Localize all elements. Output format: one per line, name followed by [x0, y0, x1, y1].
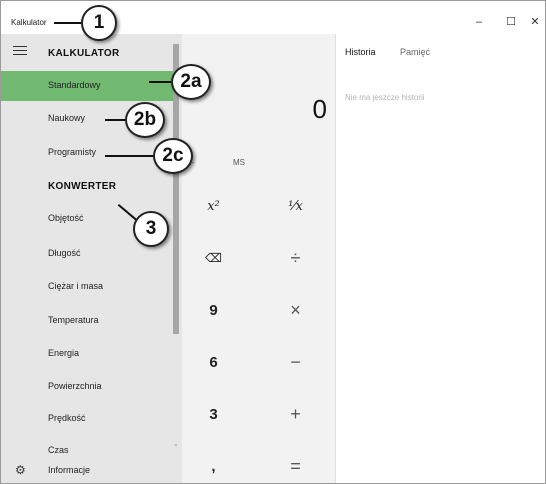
history-pane: Historia Pamięć Nie ma jeszcze historii — [337, 34, 545, 483]
result-display: 0 — [312, 94, 327, 124]
digit-3-label: 3 — [209, 405, 218, 423]
nav-item-speed[interactable]: Prędkość — [1, 404, 173, 434]
nav-item-area[interactable]: Powierzchnia — [1, 372, 173, 402]
minus-label: − — [290, 351, 301, 372]
callout-2b: 2b — [125, 102, 165, 138]
digit-9-label: 9 — [209, 301, 218, 319]
nav-item-label: Objętość — [48, 213, 84, 223]
equals-button[interactable]: = — [255, 440, 336, 483]
nav-item-label: Ciężar i masa — [48, 281, 104, 291]
navigation-pane: KALKULATOR Standardowy Naukowy Programis… — [1, 34, 182, 483]
equals-label: = — [290, 455, 301, 476]
multiply-label: × — [290, 299, 301, 320]
calculator-body: 0 M- MS x² ¹⁄x ⌫ ÷ 9 × 6 − 3 + , = — [173, 34, 336, 483]
callout-2c-leader — [105, 155, 155, 157]
multiply-button[interactable]: × — [255, 284, 336, 336]
tab-history[interactable]: Historia — [345, 47, 376, 57]
square-label: x² — [207, 198, 220, 214]
nav-heading-converter: KONWERTER — [48, 181, 117, 192]
window-title: Kalkulator — [11, 18, 47, 27]
decimal-button[interactable]: , — [173, 440, 254, 483]
nav-item-temperature[interactable]: Temperatura — [1, 306, 173, 336]
calculator-window: Kalkulator – ☐ ✕ 0 M- MS x² ¹⁄x ⌫ ÷ 9 × … — [0, 0, 546, 484]
callout-1: 1 — [81, 5, 117, 41]
about-label: Informacje — [48, 465, 91, 475]
nav-item-energy[interactable]: Energia — [1, 339, 173, 369]
callout-2c: 2c — [153, 138, 193, 174]
close-button[interactable]: ✕ — [527, 15, 543, 29]
maximize-button[interactable]: ☐ — [503, 15, 519, 29]
reciprocal-label: ¹⁄x — [288, 198, 303, 214]
nav-item-label: Prędkość — [48, 413, 86, 423]
divide-button[interactable]: ÷ — [255, 232, 336, 284]
memory-store-button[interactable]: MS — [233, 158, 245, 167]
callout-3: 3 — [133, 211, 169, 247]
scroll-down-arrow-icon[interactable]: ⌄ — [173, 440, 179, 448]
reciprocal-button[interactable]: ¹⁄x — [255, 180, 336, 232]
nav-item-label: Czas — [48, 445, 69, 455]
nav-item-programmer[interactable]: Programisty — [1, 138, 173, 168]
nav-item-label: Długość — [48, 248, 81, 258]
square-button[interactable]: x² — [173, 180, 254, 232]
nav-item-label: Standardowy — [48, 80, 101, 90]
divide-label: ÷ — [290, 247, 301, 268]
callout-2a-leader — [149, 81, 173, 83]
callout-2b-leader — [105, 119, 127, 121]
nav-item-label: Programisty — [48, 147, 97, 157]
backspace-button[interactable]: ⌫ — [173, 232, 254, 284]
callout-1-leader — [54, 22, 84, 24]
digit-3-button[interactable]: 3 — [173, 388, 254, 440]
nav-item-about[interactable]: ⚙ Informacje — [1, 455, 182, 483]
memory-row: M- MS — [173, 154, 336, 174]
nav-item-label: Temperatura — [48, 315, 99, 325]
minus-button[interactable]: − — [255, 336, 336, 388]
callout-2a: 2a — [171, 64, 211, 100]
plus-button[interactable]: + — [255, 388, 336, 440]
digit-9-button[interactable]: 9 — [173, 284, 254, 336]
nav-item-label: Energia — [48, 348, 80, 358]
tab-memory[interactable]: Pamięć — [400, 47, 430, 57]
digit-6-button[interactable]: 6 — [173, 336, 254, 388]
decimal-label: , — [211, 457, 216, 475]
plus-label: + — [290, 403, 301, 424]
nav-heading-calculator: KALKULATOR — [48, 48, 120, 59]
gear-icon: ⚙ — [15, 463, 26, 477]
nav-item-standard[interactable]: Standardowy — [1, 71, 173, 101]
history-empty-message: Nie ma jeszcze historii — [345, 93, 425, 102]
digit-6-label: 6 — [209, 353, 218, 371]
nav-item-label: Naukowy — [48, 113, 86, 123]
hamburger-menu-icon[interactable] — [13, 46, 27, 56]
backspace-icon: ⌫ — [205, 251, 222, 265]
nav-item-label: Powierzchnia — [48, 381, 102, 391]
nav-item-weight-mass[interactable]: Ciężar i masa — [1, 272, 173, 302]
minimize-button[interactable]: – — [471, 15, 487, 29]
